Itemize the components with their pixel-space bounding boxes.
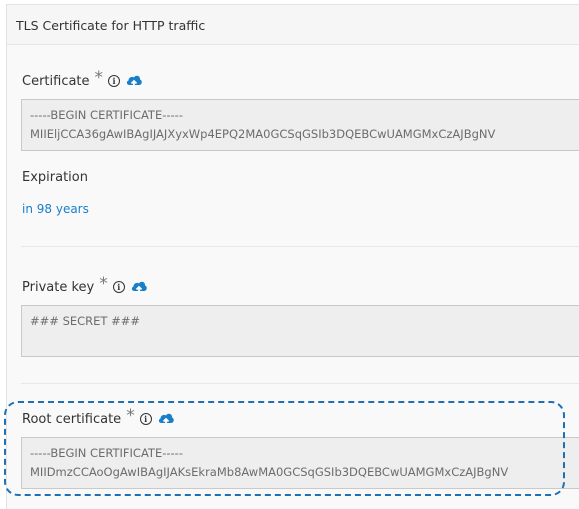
cloud-upload-icon[interactable]: [125, 73, 143, 89]
certificate-line-1: -----BEGIN CERTIFICATE-----: [30, 108, 183, 122]
certificate-line-2: MIIEljCCA36gAwIBAgIJAJXyxWp4EPQ2MA0GCSqG…: [30, 127, 496, 141]
required-marker: *: [94, 68, 104, 88]
tls-certificate-panel: TLS Certificate for HTTP traffic Certifi…: [6, 4, 579, 509]
root-certificate-line-1: -----BEGIN CERTIFICATE-----: [30, 446, 183, 460]
cloud-upload-icon[interactable]: [130, 279, 148, 295]
divider: [21, 246, 579, 247]
private-key-field[interactable]: ### SECRET ###: [21, 305, 579, 357]
certificate-label-row: Certificate * i: [22, 68, 143, 91]
info-icon[interactable]: i: [108, 75, 121, 87]
divider: [21, 383, 579, 384]
info-icon[interactable]: i: [139, 413, 152, 425]
private-key-value: ### SECRET ###: [30, 314, 141, 328]
cloud-upload-icon[interactable]: [157, 411, 175, 427]
root-certificate-label-row: Root certificate * i: [22, 406, 175, 429]
root-certificate-line-2: MIIDmzCCAoOgAwIBAgIJAKsEkraMb8AwMA0GCSqG…: [30, 465, 509, 479]
required-marker: *: [126, 406, 135, 426]
panel-title: TLS Certificate for HTTP traffic: [7, 5, 579, 45]
root-certificate-label: Root certificate: [22, 411, 122, 427]
info-icon[interactable]: i: [112, 281, 125, 293]
required-marker: *: [99, 274, 108, 294]
private-key-label: Private key: [22, 279, 95, 295]
certificate-label: Certificate: [22, 73, 90, 89]
private-key-label-row: Private key * i: [22, 274, 148, 297]
root-certificate-field[interactable]: -----BEGIN CERTIFICATE----- MIIDmzCCAoOgA…: [21, 437, 579, 489]
expiration-value: in 98 years: [22, 202, 89, 216]
certificate-field[interactable]: -----BEGIN CERTIFICATE----- MIIEljCCA36gA…: [21, 99, 579, 151]
expiration-label: Expiration: [22, 170, 88, 185]
